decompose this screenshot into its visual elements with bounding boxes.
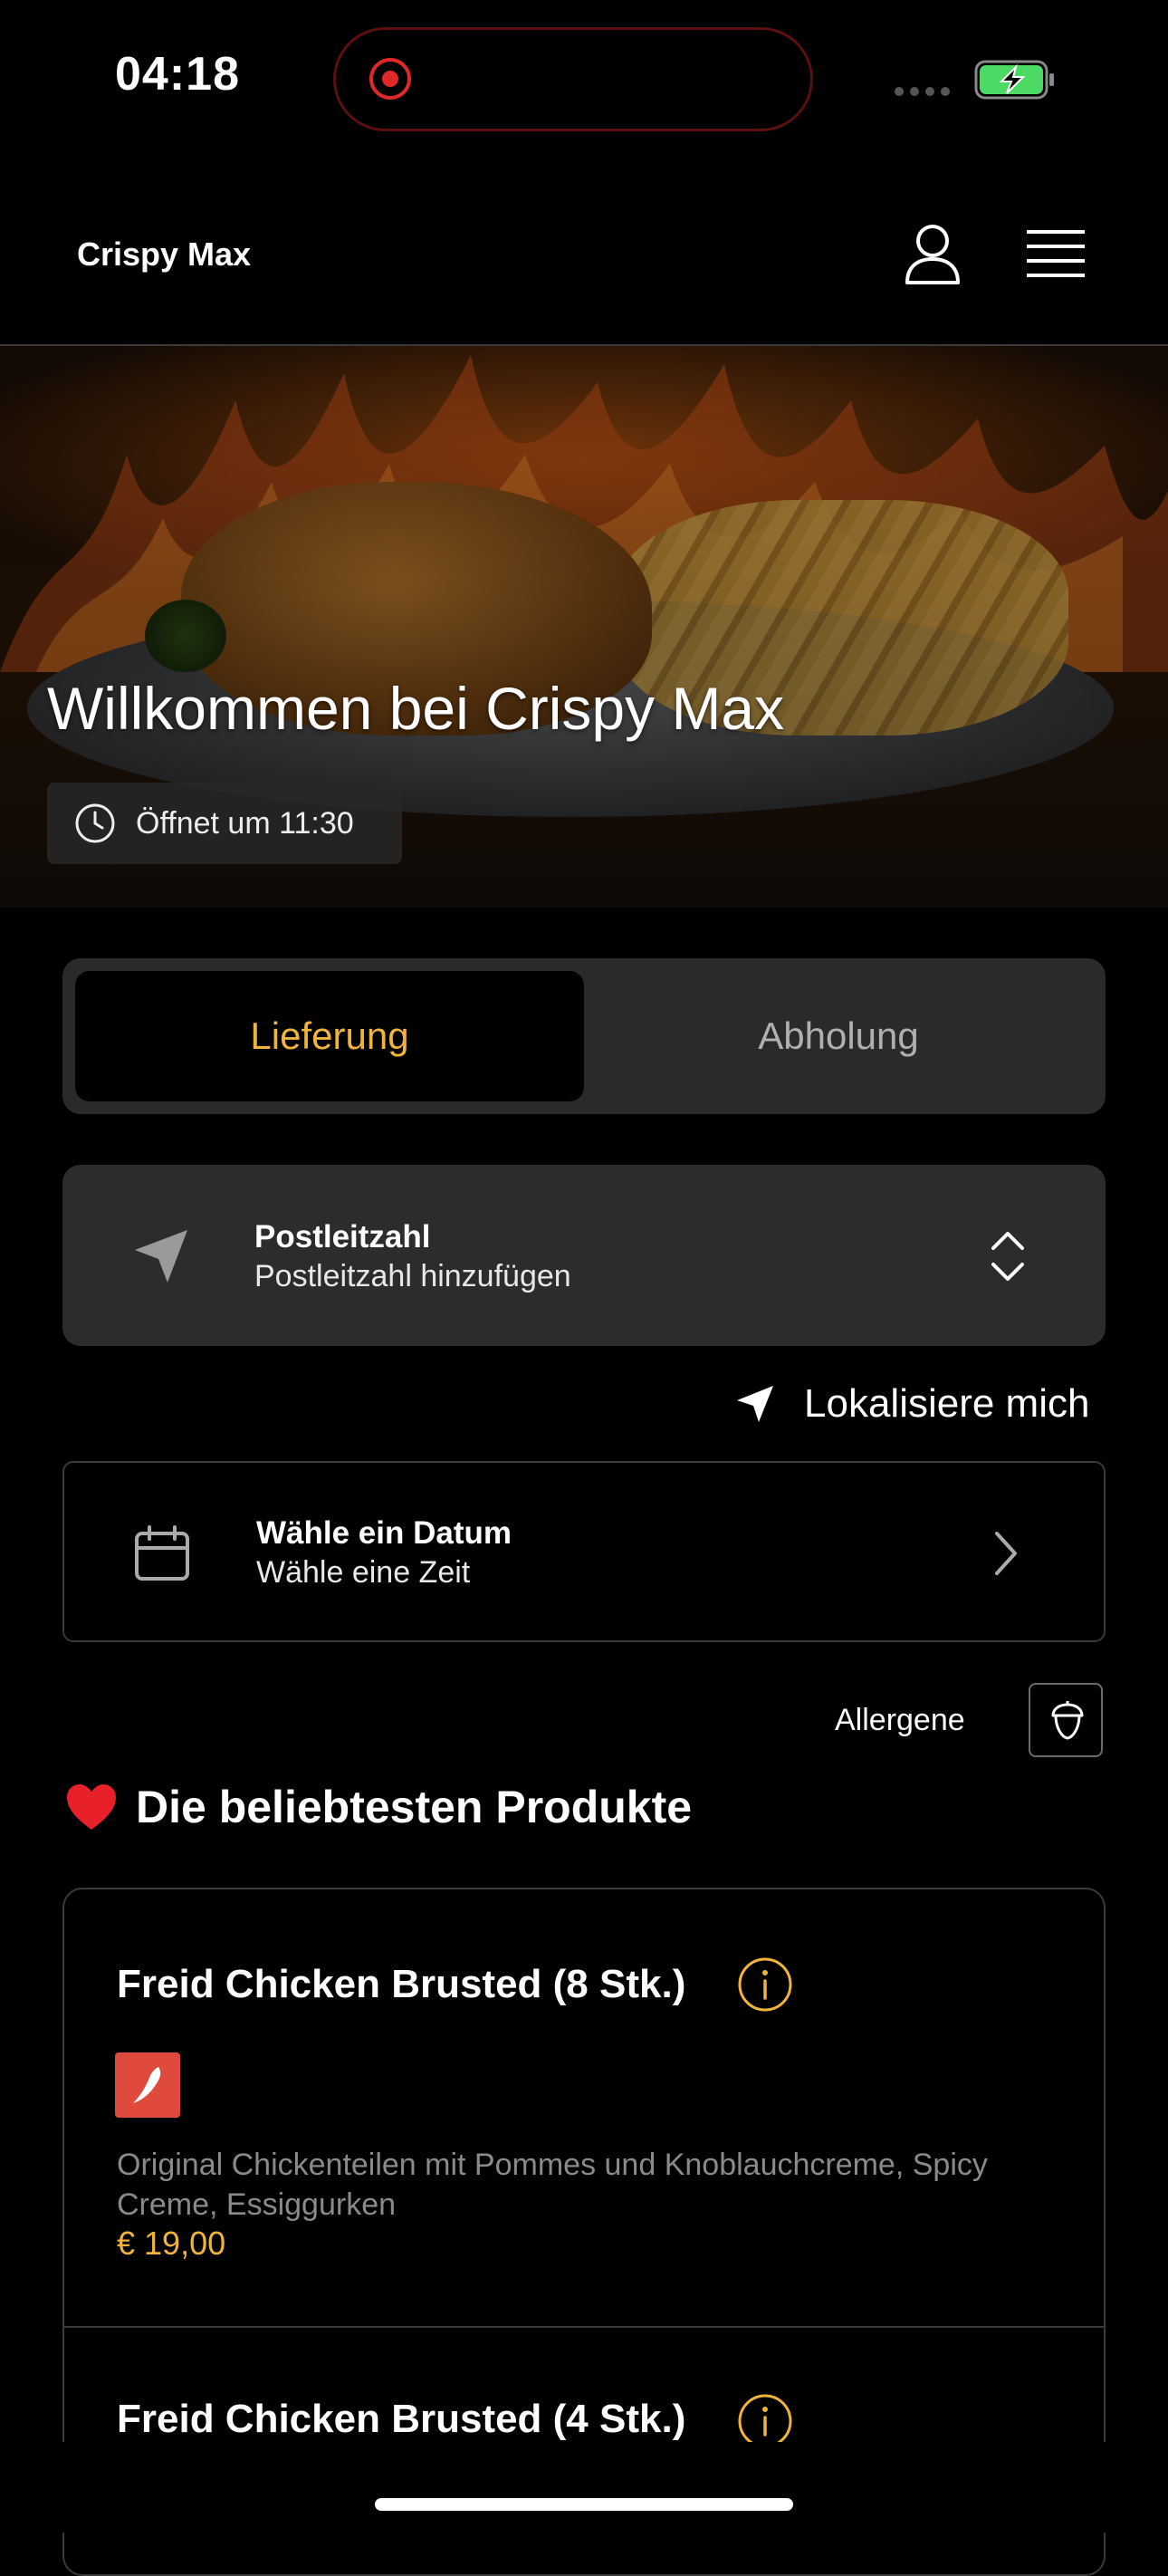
location-arrow-icon [135,1230,187,1283]
calendar-icon [135,1525,189,1581]
tab-abholung[interactable]: Abholung [584,971,1093,1101]
locate-me-button[interactable]: Lokalisiere mich [733,1377,1089,1431]
battery-charging-icon [974,60,1054,100]
clock-icon [75,803,115,843]
date-time-selector[interactable]: Wähle ein Datum Wähle eine Zeit [62,1461,1106,1642]
product-name[interactable]: Freid Chicken Brusted (8 Stk.) [117,1962,685,2007]
opening-hours-text: Öffnet um 11:30 [136,805,354,841]
date-label: Wähle ein Datum [256,1515,512,1551]
location-arrow-icon [737,1386,773,1422]
signal-icon [895,87,950,96]
hamburger-menu-icon[interactable] [1025,226,1087,281]
info-icon[interactable] [737,2393,793,2449]
chili-icon [133,2067,161,2103]
time-label: Wähle eine Zeit [256,1555,471,1590]
acorn-icon [1051,1701,1084,1740]
brand-name[interactable]: Crispy Max [77,235,251,274]
dynamic-island [333,27,813,131]
info-icon[interactable] [737,1956,793,2013]
chevron-up-down-icon [991,1232,1024,1281]
postcode-placeholder: Postleitzahl hinzufügen [254,1259,571,1293]
product-divider [64,2326,1104,2328]
home-indicator[interactable] [375,2498,793,2511]
product-description: Original Chickenteilen mit Pommes und Kn… [117,2148,988,2222]
heart-icon [67,1784,116,1830]
spicy-badge [115,2052,180,2118]
order-mode-switch: Lieferung Abholung [62,958,1106,1114]
locate-me-label: Lokalisiere mich [804,1381,1090,1426]
product-price: € 19,00 [117,2225,226,2262]
status-time: 04:18 [115,48,240,101]
popular-products-title: Die beliebtesten Produkte [65,1781,692,1833]
section-title-text: Die beliebtesten Produkte [136,1782,693,1832]
product-name[interactable]: Freid Chicken Brusted (4 Stk.) [117,2397,685,2442]
user-icon[interactable] [902,221,963,286]
hero-banner: Willkommen bei Crispy Max Öffnet um 11:3… [0,346,1168,908]
postcode-label: Postleitzahl [254,1219,431,1254]
opening-hours-badge: Öffnet um 11:30 [47,783,402,864]
allergens-button[interactable] [1029,1683,1103,1757]
recording-icon [369,58,411,100]
allergens-label: Allergene [835,1703,965,1737]
welcome-title: Willkommen bei Crispy Max [47,675,785,742]
postcode-selector[interactable]: Postleitzahl Postleitzahl hinzufügen [62,1165,1106,1346]
tab-lieferung[interactable]: Lieferung [75,971,584,1101]
chevron-right-icon [995,1532,1017,1575]
